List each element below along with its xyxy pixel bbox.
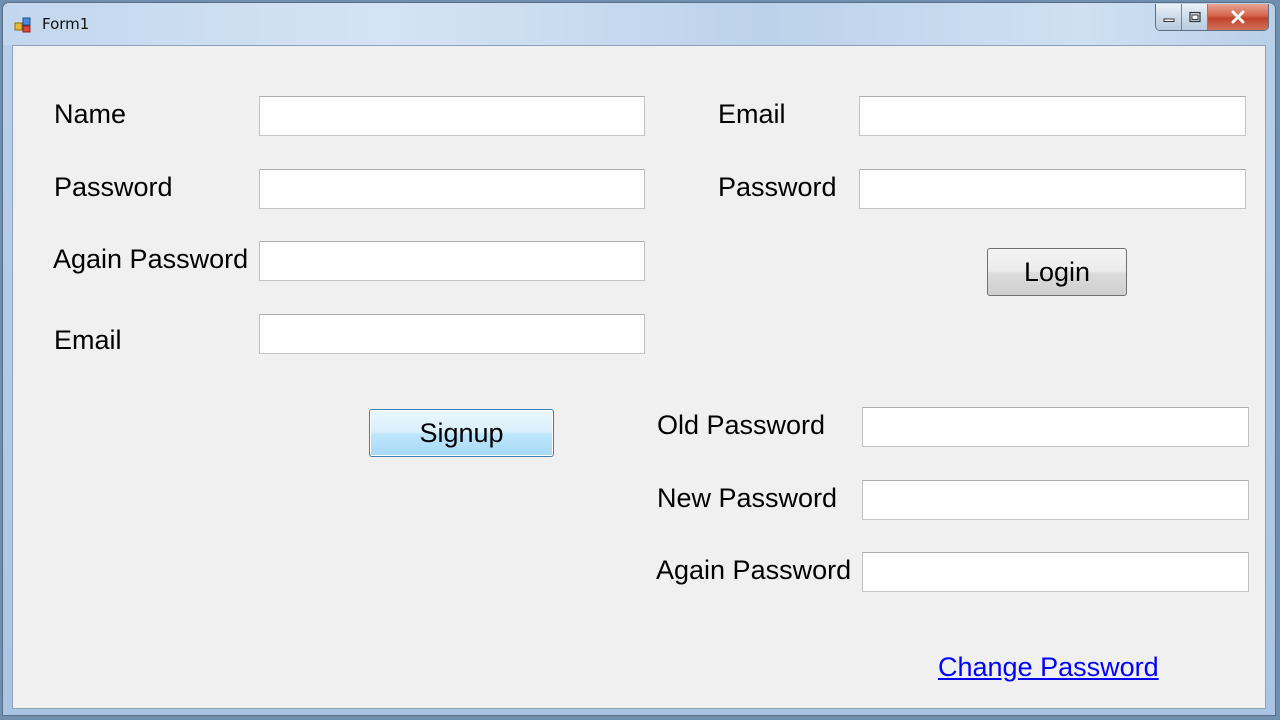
minimize-icon xyxy=(1163,18,1174,22)
maximize-button[interactable] xyxy=(1182,4,1208,30)
minimize-button[interactable] xyxy=(1156,4,1182,30)
change-password-link[interactable]: Change Password xyxy=(938,652,1159,683)
login-button[interactable]: Login xyxy=(987,248,1127,296)
change-again-password-input[interactable] xyxy=(862,552,1249,592)
login-email-label: Email xyxy=(718,99,786,129)
login-password-label: Password xyxy=(718,172,837,202)
window-title: Form1 xyxy=(42,15,90,33)
signup-again-password-input[interactable] xyxy=(259,241,645,281)
close-button[interactable] xyxy=(1208,4,1268,30)
login-email-input[interactable] xyxy=(859,96,1246,136)
signup-again-password-label: Again Password xyxy=(53,244,249,274)
signup-password-label: Password xyxy=(54,172,173,202)
signup-email-label: Email xyxy=(54,325,122,355)
signup-button[interactable]: Signup xyxy=(369,409,554,457)
old-password-input[interactable] xyxy=(862,407,1249,447)
close-icon xyxy=(1231,10,1245,24)
new-password-label: New Password xyxy=(657,483,838,513)
login-password-input[interactable] xyxy=(859,169,1246,209)
restore-icon xyxy=(1188,11,1201,23)
change-again-password-label: Again Password xyxy=(656,555,852,585)
new-password-input[interactable] xyxy=(862,480,1249,520)
signup-password-input[interactable] xyxy=(259,169,645,209)
old-password-label: Old Password xyxy=(657,410,826,440)
signup-name-label: Name xyxy=(54,99,127,129)
form-window: Form1 Name Password Again Password Email… xyxy=(2,2,1276,716)
caption-buttons xyxy=(1155,4,1269,31)
app-form-icon xyxy=(14,16,32,34)
signup-name-input[interactable] xyxy=(259,96,645,136)
form-client-area: Name Password Again Password Email Signu… xyxy=(12,45,1266,709)
signup-email-input[interactable] xyxy=(259,314,645,354)
title-bar[interactable]: Form1 xyxy=(3,3,1275,45)
